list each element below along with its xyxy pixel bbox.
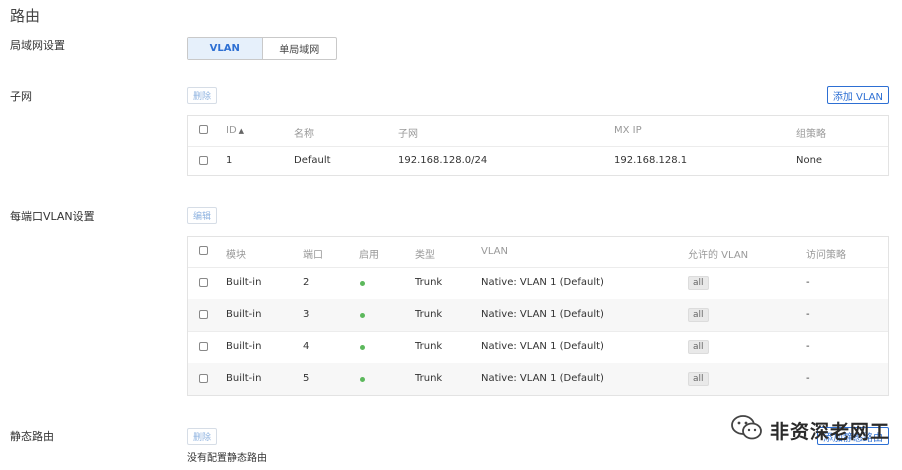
port-access-policy: -	[806, 373, 810, 384]
table-row[interactable]: Built-in 4 Trunk Native: VLAN 1 (Default…	[188, 331, 888, 364]
port-access-policy: -	[806, 341, 810, 352]
subnet-label: 子网	[10, 90, 32, 103]
enabled-status-dot-icon	[360, 345, 365, 350]
port-type: Trunk	[415, 277, 443, 288]
column-header-id[interactable]: ID ▲	[226, 125, 244, 136]
wechat-icon	[730, 414, 764, 446]
watermark: 非资深老网工	[730, 414, 890, 446]
port-vlan-table: 模块 端口 启用 类型 VLAN 允许的 VLAN 访问策略 Built-in …	[187, 236, 889, 396]
allowed-vlan-badge: all	[688, 308, 709, 322]
port-type: Trunk	[415, 373, 443, 384]
port-vlan-table-header: 模块 端口 启用 类型 VLAN 允许的 VLAN 访问策略	[188, 237, 888, 268]
subnet-name: Default	[294, 155, 331, 166]
port-module: Built-in	[226, 341, 262, 352]
port-type: Trunk	[415, 309, 443, 320]
column-header-vlan: VLAN	[481, 246, 508, 257]
subnet-id: 1	[226, 155, 233, 166]
subnet-delete-button[interactable]: 删除	[187, 87, 218, 104]
column-header-access-policy: 访问策略	[806, 250, 846, 261]
port-number: 2	[303, 277, 310, 288]
static-route-delete-button[interactable]: 删除	[187, 428, 218, 445]
port-type: Trunk	[415, 341, 443, 352]
table-row[interactable]: 1 Default 192.168.128.0/24 192.168.128.1…	[188, 146, 888, 176]
port-vlan: Native: VLAN 1 (Default)	[481, 309, 604, 320]
lan-mode-single-option[interactable]: 单局域网	[263, 38, 337, 59]
column-header-subnet: 子网	[398, 129, 418, 140]
enabled-status-dot-icon	[360, 377, 365, 382]
subnet-table: ID ▲ 名称 子网 MX IP 组策略 1 Default 192.168.12…	[187, 115, 889, 176]
subnet-value: 192.168.128.0/24	[398, 155, 488, 166]
column-header-mx-ip: MX IP	[614, 125, 642, 136]
column-header-allowed-vlan: 允许的 VLAN	[688, 250, 749, 261]
row-checkbox[interactable]	[199, 374, 208, 383]
row-checkbox[interactable]	[199, 310, 208, 319]
port-number: 5	[303, 373, 310, 384]
port-vlan: Native: VLAN 1 (Default)	[481, 373, 604, 384]
port-access-policy: -	[806, 309, 810, 320]
enabled-status-dot-icon	[360, 313, 365, 318]
column-header-group-policy: 组策略	[796, 129, 826, 140]
port-access-policy: -	[806, 277, 810, 288]
table-row[interactable]: Built-in 2 Trunk Native: VLAN 1 (Default…	[188, 267, 888, 300]
lan-mode-vlan-option[interactable]: VLAN	[188, 38, 263, 59]
port-vlan-label: 每端口VLAN设置	[10, 210, 95, 223]
port-module: Built-in	[226, 373, 262, 384]
sort-ascending-icon: ▲	[238, 127, 245, 135]
lan-mode-toggle: VLAN 单局域网	[187, 37, 337, 60]
enabled-status-dot-icon	[360, 281, 365, 286]
subnet-table-header: ID ▲ 名称 子网 MX IP 组策略	[188, 116, 888, 147]
lan-settings-label: 局域网设置	[10, 39, 65, 52]
port-number: 4	[303, 341, 310, 352]
row-checkbox[interactable]	[199, 156, 208, 165]
column-header-type: 类型	[415, 250, 435, 261]
port-select-all-checkbox[interactable]	[199, 246, 208, 255]
page-title: 路由	[10, 7, 41, 25]
row-checkbox[interactable]	[199, 342, 208, 351]
port-vlan: Native: VLAN 1 (Default)	[481, 277, 604, 288]
add-vlan-button[interactable]: 添加 VLAN	[826, 86, 889, 104]
row-checkbox[interactable]	[199, 278, 208, 287]
column-header-name: 名称	[294, 129, 314, 140]
table-row[interactable]: Built-in 3 Trunk Native: VLAN 1 (Default…	[188, 299, 888, 332]
allowed-vlan-badge: all	[688, 340, 709, 354]
watermark-text: 非资深老网工	[769, 420, 890, 443]
static-route-empty-text: 没有配置静态路由	[187, 453, 267, 464]
column-header-port: 端口	[303, 250, 323, 261]
allowed-vlan-badge: all	[688, 372, 709, 386]
column-header-id-label: ID	[226, 125, 237, 136]
column-header-module: 模块	[226, 250, 246, 261]
static-route-label: 静态路由	[10, 430, 54, 443]
port-vlan-edit-button[interactable]: 编辑	[187, 207, 218, 224]
table-row[interactable]: Built-in 5 Trunk Native: VLAN 1 (Default…	[188, 363, 888, 395]
subnet-select-all-checkbox[interactable]	[199, 125, 208, 134]
column-header-enabled: 启用	[359, 250, 379, 261]
allowed-vlan-badge: all	[688, 276, 709, 290]
port-module: Built-in	[226, 309, 262, 320]
subnet-group-policy: None	[796, 155, 823, 166]
port-vlan: Native: VLAN 1 (Default)	[481, 341, 604, 352]
port-number: 3	[303, 309, 310, 320]
port-module: Built-in	[226, 277, 262, 288]
subnet-mx-ip: 192.168.128.1	[614, 155, 688, 166]
